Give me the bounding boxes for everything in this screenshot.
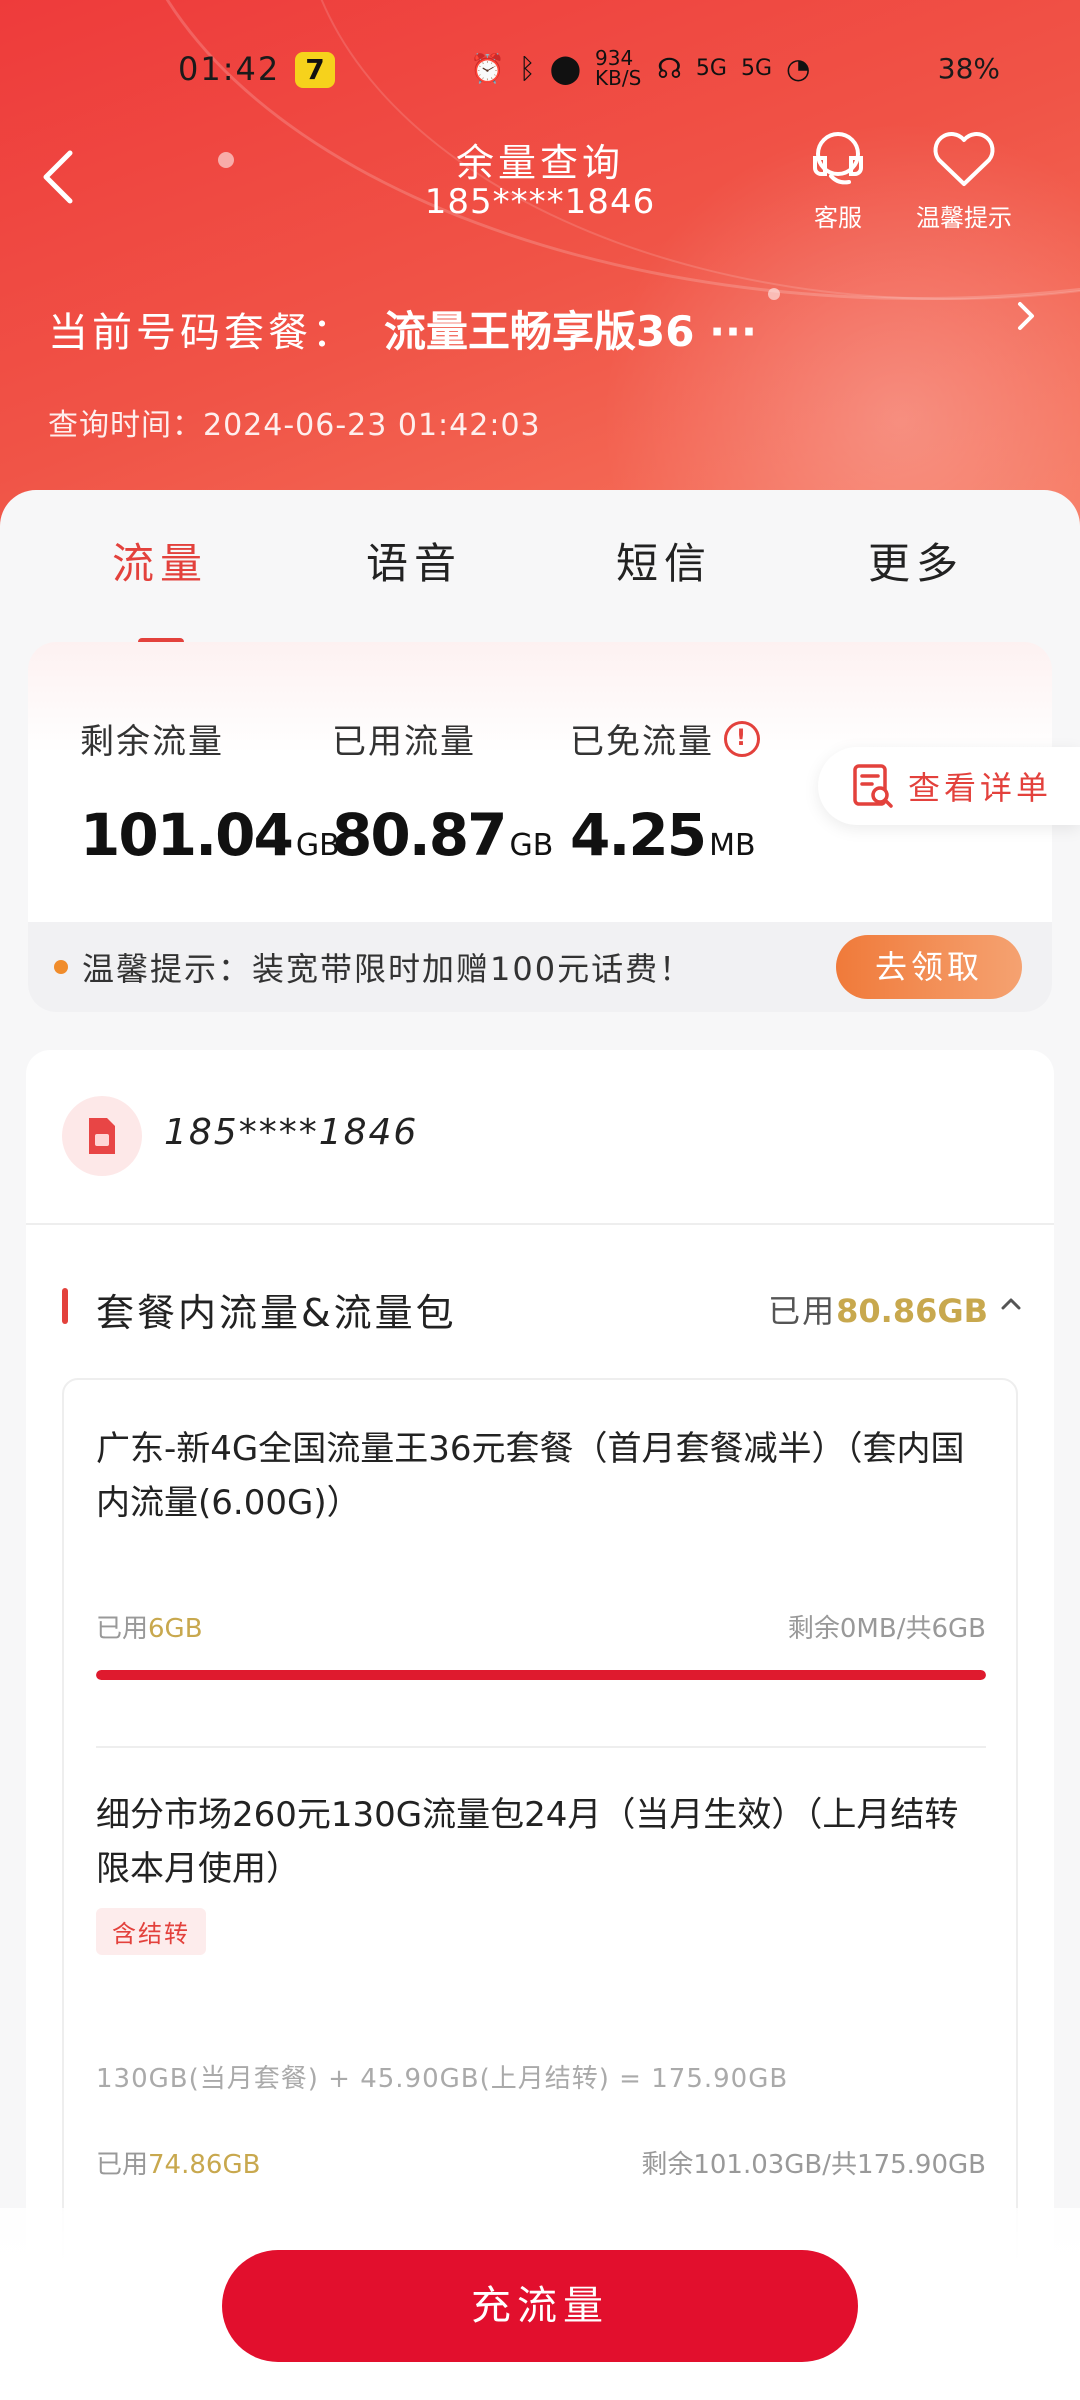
tab-bar: 流量 语音 短信 更多 <box>0 530 1080 646</box>
package-used-value: 6GB <box>148 1614 203 1644</box>
tips-button[interactable]: 温馨提示 <box>904 128 1024 233</box>
section-used: 已用80.86GB <box>768 1286 988 1332</box>
tip-dot <box>54 960 68 974</box>
package-usage-row: 已用74.86GB 剩余101.03GB/共175.90GB <box>96 2144 986 2184</box>
cat-icon: ◔ <box>786 51 811 85</box>
customer-service-label: 客服 <box>814 204 862 232</box>
status-time: 01:42 <box>178 50 281 88</box>
section-header[interactable]: 套餐内流量&流量包 已用80.86GB <box>26 1278 1054 1338</box>
divider <box>96 1746 986 1748</box>
free-value: 4.25 MB <box>570 801 760 869</box>
free-unit: MB <box>709 828 756 863</box>
sim-card-icon <box>62 1096 142 1176</box>
claim-button[interactable]: 去领取 <box>836 935 1022 999</box>
location-icon: ⬤ <box>549 51 582 85</box>
tab-data[interactable]: 流量 <box>60 530 260 591</box>
alarm-icon: ⏰ <box>470 51 505 85</box>
customer-service-button[interactable]: 客服 <box>778 128 898 233</box>
remaining-label: 剩余流量 <box>80 722 224 762</box>
used-data: 已用流量 80.87 GB <box>332 714 553 869</box>
heart-icon <box>933 132 995 186</box>
chevron-right-icon <box>1014 296 1038 346</box>
remaining-number: 101.04 <box>80 801 294 869</box>
plan-label: 当前号码套餐： <box>48 310 356 356</box>
used-number: 80.87 <box>332 801 507 869</box>
main-sheet: 流量 语音 短信 更多 剩余流量 101.04 GB 已用流量 80.87 GB 已… <box>0 490 1080 2400</box>
plan-name: 流量王畅享版36 ··· <box>384 307 757 356</box>
package-remaining: 剩余101.03GB/共175.90GB <box>641 2150 986 2180</box>
header: 01:42 7 ⏰ ᛒ ⬤ 934 KB/S ☊ 5G 5G ◔ 38% 余量查… <box>0 0 1080 560</box>
package-used: 已用74.86GB <box>96 2144 260 2181</box>
bluetooth-icon: ᛒ <box>518 51 536 85</box>
tip-bar: 温馨提示：装宽带限时加赠100元话费！ 去领取 <box>28 922 1052 1012</box>
tab-more[interactable]: 更多 <box>816 530 1016 591</box>
used-value: 80.87 GB <box>332 801 553 869</box>
recharge-data-button[interactable]: 充流量 <box>222 2250 858 2362</box>
status-bar: 01:42 7 ⏰ ᛒ ⬤ 934 KB/S ☊ 5G 5G ◔ 38% <box>0 40 1080 100</box>
free-label-row: 已免流量 ! <box>570 714 760 763</box>
progress-bar <box>96 1670 986 1680</box>
package-item: 广东-新4G全国流量王36元套餐（首月套餐减半）（套内国内流量(6.00G)） <box>96 1422 986 1530</box>
battery-level: 38% <box>937 52 1000 85</box>
view-details-button[interactable]: 查看详单 <box>818 747 1080 825</box>
document-search-icon <box>853 764 893 808</box>
package-formula: 130GB(当月套餐) + 45.90GB(上月结转) = 175.90GB <box>96 2064 789 2094</box>
free-data: 已免流量 ! 4.25 MB <box>570 714 760 869</box>
free-label: 已免流量 <box>570 722 714 762</box>
package-used-prefix: 已用 <box>96 2150 149 2180</box>
package-used-prefix: 已用 <box>96 1614 149 1644</box>
balance-card: 剩余流量 101.04 GB 已用流量 80.87 GB 已免流量 ! 4.25 MB… <box>28 642 1080 1012</box>
net-speed: 934 KB/S <box>595 46 642 90</box>
section-used-prefix: 已用 <box>768 1292 837 1330</box>
package-progress <box>96 1670 986 1680</box>
package-formula-row: 130GB(当月套餐) + 45.90GB(上月结转) = 175.90GB <box>96 2058 986 2095</box>
bottom-bar: 充流量 <box>0 2208 1080 2400</box>
phone-row: 185****1846 <box>26 1050 1054 1225</box>
free-number: 4.25 <box>570 801 707 869</box>
tip-text: 温馨提示：装宽带限时加赠100元话费！ <box>82 950 694 988</box>
carryover-tag: 含结转 <box>96 1908 206 1955</box>
hd-icon: ☊ <box>657 51 682 85</box>
tips-label: 温馨提示 <box>916 204 1012 232</box>
progress-fill <box>96 1670 986 1680</box>
package-used: 已用6GB <box>96 1608 203 1645</box>
status-icons: ⏰ ᛒ ⬤ 934 KB/S ☊ 5G 5G ◔ <box>470 48 810 88</box>
package-used-value: 74.86GB <box>148 2150 261 2180</box>
signal-5g: 5G <box>695 55 727 81</box>
used-label: 已用流量 <box>332 722 476 762</box>
section-used-amount: 80.86GB <box>836 1292 988 1330</box>
signal-5g: 5G <box>740 55 772 81</box>
tab-voice[interactable]: 语音 <box>314 530 514 591</box>
tab-sms[interactable]: 短信 <box>564 530 764 591</box>
chevron-up-icon[interactable] <box>1000 1284 1022 1319</box>
remaining-value: 101.04 GB <box>80 801 340 869</box>
remaining-data: 剩余流量 101.04 GB <box>80 714 340 869</box>
package-name: 细分市场260元130G流量包24月（当月生效）（上月结转限本月使用） <box>96 1795 959 1889</box>
package-usage-row: 已用6GB 剩余0MB/共6GB <box>96 1608 986 1648</box>
headset-icon <box>813 132 863 185</box>
package-name: 广东-新4G全国流量王36元套餐（首月套餐减半）（套内国内流量(6.00G)） <box>96 1429 965 1523</box>
view-details-label: 查看详单 <box>908 769 1053 807</box>
query-time: 查询时间：2024-06-23 01:42:03 <box>48 408 541 443</box>
package-card: 185****1846 套餐内流量&流量包 已用80.86GB 广东-新4G全国… <box>26 1050 1054 2400</box>
app-notification-icon: 7 <box>295 52 335 88</box>
phone-number: 185****1846 <box>164 1112 419 1153</box>
current-plan-row[interactable]: 当前号码套餐： 流量王畅享版36 ··· <box>48 298 1038 359</box>
package-remaining: 剩余0MB/共6GB <box>787 1614 986 1644</box>
section-title: 套餐内流量&流量包 <box>96 1291 457 1335</box>
section-accent-bar <box>62 1288 68 1324</box>
package-item: 细分市场260元130G流量包24月（当月生效）（上月结转限本月使用） 含结转 <box>96 1788 986 1955</box>
info-icon[interactable]: ! <box>724 720 760 757</box>
used-unit: GB <box>509 828 554 863</box>
